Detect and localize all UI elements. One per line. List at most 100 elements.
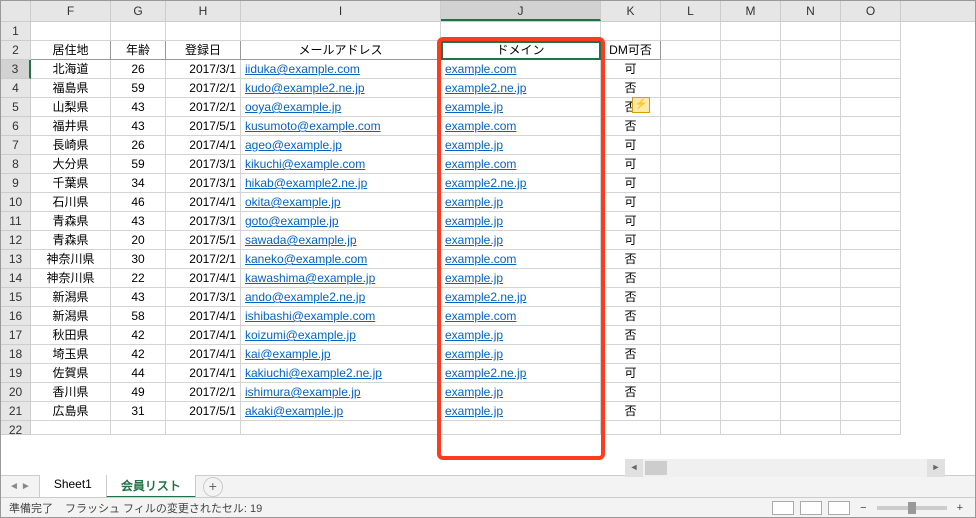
row-header-9[interactable]: 9 [1, 174, 31, 193]
horizontal-scrollbar[interactable]: ◄ ► [625, 459, 945, 477]
view-normal-button[interactable] [772, 501, 794, 515]
sheet-tab-会員リスト[interactable]: 会員リスト [106, 475, 196, 498]
cell-age[interactable]: 34 [111, 174, 166, 193]
cell-O13[interactable] [841, 250, 901, 269]
cell-L7[interactable] [661, 136, 721, 155]
cell-L1[interactable] [661, 22, 721, 41]
cell-regdate[interactable]: 2017/2/1 [166, 383, 241, 402]
cell-L9[interactable] [661, 174, 721, 193]
cell-age[interactable]: 58 [111, 307, 166, 326]
cell-domain[interactable]: example.jp [441, 231, 601, 250]
column-header-M[interactable]: M [721, 1, 781, 21]
row-header-1[interactable]: 1 [1, 22, 31, 41]
cell-N8[interactable] [781, 155, 841, 174]
cell-domain[interactable]: example2.ne.jp [441, 364, 601, 383]
cell-J22[interactable] [441, 421, 601, 435]
cell-N3[interactable] [781, 60, 841, 79]
cell-H1[interactable] [166, 22, 241, 41]
cell-dm[interactable]: 否 [601, 345, 661, 364]
view-page-break-button[interactable] [828, 501, 850, 515]
cell-M5[interactable] [721, 98, 781, 117]
cell-L19[interactable] [661, 364, 721, 383]
cell-M7[interactable] [721, 136, 781, 155]
cell-N14[interactable] [781, 269, 841, 288]
row-header-22[interactable]: 22 [1, 421, 31, 435]
row-header-6[interactable]: 6 [1, 117, 31, 136]
cell-age[interactable]: 20 [111, 231, 166, 250]
cell-M9[interactable] [721, 174, 781, 193]
cell-L14[interactable] [661, 269, 721, 288]
cell-age[interactable]: 26 [111, 60, 166, 79]
cell-age[interactable]: 22 [111, 269, 166, 288]
cell-dm[interactable]: 否 [601, 383, 661, 402]
cell-K1[interactable] [601, 22, 661, 41]
cell-N21[interactable] [781, 402, 841, 421]
cell-email[interactable]: ishimura@example.jp [241, 383, 441, 402]
cell-O5[interactable] [841, 98, 901, 117]
row-header-19[interactable]: 19 [1, 364, 31, 383]
cell-email[interactable]: ando@example2.ne.jp [241, 288, 441, 307]
cell-M15[interactable] [721, 288, 781, 307]
cell-age[interactable]: 43 [111, 212, 166, 231]
scroll-track[interactable] [643, 459, 927, 477]
cell-age[interactable]: 30 [111, 250, 166, 269]
cell-regdate[interactable]: 2017/5/1 [166, 117, 241, 136]
cell-residence[interactable]: 佐賀県 [31, 364, 111, 383]
cell-domain[interactable]: example.jp [441, 136, 601, 155]
cell-domain[interactable]: example.jp [441, 402, 601, 421]
cell-domain[interactable]: example.jp [441, 98, 601, 117]
cell-email[interactable]: kudo@example2.ne.jp [241, 79, 441, 98]
cell-O14[interactable] [841, 269, 901, 288]
cell-regdate[interactable]: 2017/4/1 [166, 345, 241, 364]
cell-residence[interactable]: 千葉県 [31, 174, 111, 193]
cell-dm[interactable]: 否 [601, 269, 661, 288]
row-header-17[interactable]: 17 [1, 326, 31, 345]
cell-email[interactable]: ageo@example.jp [241, 136, 441, 155]
cell-F22[interactable] [31, 421, 111, 435]
cell-residence[interactable]: 埼玉県 [31, 345, 111, 364]
cell-M18[interactable] [721, 345, 781, 364]
scroll-right-button[interactable]: ► [927, 459, 945, 477]
zoom-handle[interactable] [908, 502, 916, 514]
cell-L17[interactable] [661, 326, 721, 345]
cell-dm[interactable]: 否 [601, 117, 661, 136]
row-header-12[interactable]: 12 [1, 231, 31, 250]
row-header-11[interactable]: 11 [1, 212, 31, 231]
sheet-tab-Sheet1[interactable]: Sheet1 [39, 475, 107, 498]
column-header-J[interactable]: J [441, 1, 601, 21]
cell-residence[interactable]: 新潟県 [31, 307, 111, 326]
cell-O6[interactable] [841, 117, 901, 136]
cell-email[interactable]: akaki@example.jp [241, 402, 441, 421]
cell-dm[interactable]: 可 [601, 231, 661, 250]
cell-residence[interactable]: 青森県 [31, 212, 111, 231]
cell-I1[interactable] [241, 22, 441, 41]
column-header-L[interactable]: L [661, 1, 721, 21]
cell-M16[interactable] [721, 307, 781, 326]
cell-regdate[interactable]: 2017/4/1 [166, 136, 241, 155]
cell-age[interactable]: 31 [111, 402, 166, 421]
cell-O21[interactable] [841, 402, 901, 421]
row-header-4[interactable]: 4 [1, 79, 31, 98]
cell-domain[interactable]: example2.ne.jp [441, 174, 601, 193]
cell-age[interactable]: 59 [111, 155, 166, 174]
cell-M3[interactable] [721, 60, 781, 79]
cell-N12[interactable] [781, 231, 841, 250]
cell-dm[interactable]: 否 [601, 98, 661, 117]
cell-O15[interactable] [841, 288, 901, 307]
cell-domain[interactable]: example2.ne.jp [441, 79, 601, 98]
cell-M8[interactable] [721, 155, 781, 174]
cell-O7[interactable] [841, 136, 901, 155]
cell-dm[interactable]: 可 [601, 155, 661, 174]
cell-regdate[interactable]: 2017/3/1 [166, 60, 241, 79]
flash-fill-smart-tag[interactable]: ⚡ [632, 97, 650, 113]
cell-email[interactable]: ishibashi@example.com [241, 307, 441, 326]
zoom-out-button[interactable]: − [856, 502, 870, 514]
cell-O12[interactable] [841, 231, 901, 250]
cell-age[interactable]: 44 [111, 364, 166, 383]
cell-dm[interactable]: 可 [601, 364, 661, 383]
cell-residence[interactable]: 北海道 [31, 60, 111, 79]
row-header-13[interactable]: 13 [1, 250, 31, 269]
cell-domain[interactable]: example.com [441, 250, 601, 269]
cell-email[interactable]: kaneko@example.com [241, 250, 441, 269]
cell-M17[interactable] [721, 326, 781, 345]
